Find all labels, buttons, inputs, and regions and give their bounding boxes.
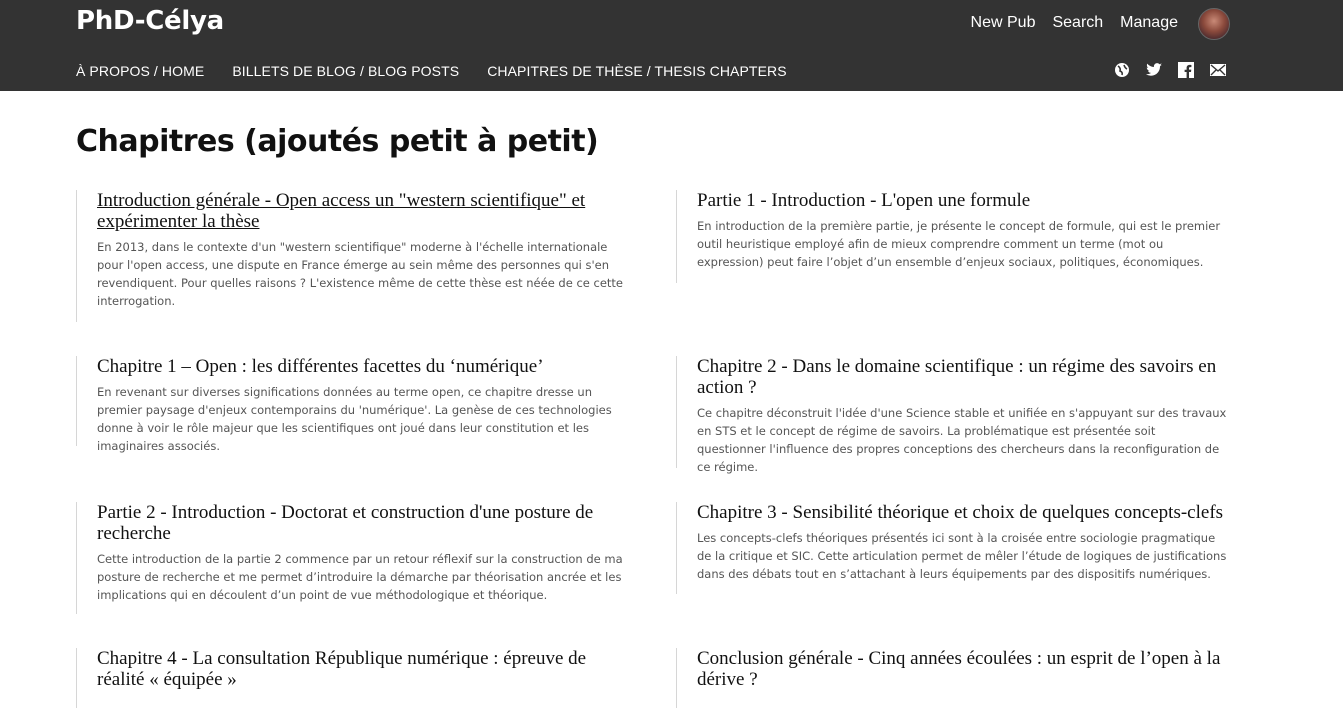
chapter-card: Partie 2 - Introduction - Doctorat et co… <box>76 502 627 614</box>
chapter-excerpt: En revenant sur diverses significations … <box>97 385 612 453</box>
chapter-title-link[interactable]: Chapitre 1 – Open : les différentes face… <box>97 356 627 377</box>
globe-icon[interactable] <box>1113 61 1131 79</box>
chapter-excerpt: En 2013, dans le contexte d'un "western … <box>97 240 624 308</box>
chapter-excerpt: Les concepts-clefs théoriques présentés … <box>697 531 1227 581</box>
site-brand[interactable]: PhD-Célya <box>76 6 224 36</box>
chapter-title-link[interactable]: Chapitre 3 - Sensibilité théorique et ch… <box>697 502 1227 523</box>
search-link[interactable]: Search <box>1052 14 1103 32</box>
chapter-card: Chapitre 4 - La consultation République … <box>76 648 627 708</box>
chapter-card: Conclusion générale - Cinq années écoulé… <box>676 648 1227 708</box>
manage-link[interactable]: Manage <box>1120 14 1178 32</box>
chapter-title-link[interactable]: Partie 1 - Introduction - L'open une for… <box>697 190 1227 211</box>
twitter-icon[interactable] <box>1145 61 1163 79</box>
chapter-card: Chapitre 2 - Dans le domaine scientifiqu… <box>676 356 1227 474</box>
user-avatar[interactable] <box>1198 8 1230 40</box>
page-title: Chapitres (ajoutés petit à petit) <box>76 124 599 159</box>
chapter-title-link[interactable]: Partie 2 - Introduction - Doctorat et co… <box>97 502 627 544</box>
chapter-excerpt: Ce chapitre déconstruit l'idée d'une Sci… <box>697 406 1227 474</box>
chapter-card: Chapitre 1 – Open : les différentes face… <box>76 356 627 453</box>
chapter-card: Partie 1 - Introduction - L'open une for… <box>676 190 1227 283</box>
chapter-title-link[interactable]: Conclusion générale - Cinq années écoulé… <box>697 648 1227 690</box>
nav-item-blog-posts[interactable]: BILLETS DE BLOG / BLOG POSTS <box>232 62 459 80</box>
top-navbar: PhD-Célya New Pub Search Manage À PROPOS… <box>0 0 1343 91</box>
chapter-excerpt: En introduction de la première partie, j… <box>697 219 1221 269</box>
top-links: New Pub Search Manage <box>954 14 1178 32</box>
new-pub-link[interactable]: New Pub <box>971 14 1036 32</box>
main-nav: À PROPOS / HOME BILLETS DE BLOG / BLOG P… <box>76 62 815 80</box>
chapter-title-link[interactable]: Chapitre 4 - La consultation République … <box>97 648 627 690</box>
chapter-title-link[interactable]: Chapitre 2 - Dans le domaine scientifiqu… <box>697 356 1227 398</box>
chapter-card: Chapitre 3 - Sensibilité théorique et ch… <box>676 502 1227 594</box>
social-links <box>1113 61 1227 79</box>
chapter-title-link[interactable]: Introduction générale - Open access un "… <box>97 190 627 232</box>
nav-item-thesis-chapters[interactable]: CHAPITRES DE THÈSE / THESIS CHAPTERS <box>487 62 786 80</box>
mail-icon[interactable] <box>1209 61 1227 79</box>
chapter-card: Introduction générale - Open access un "… <box>76 190 627 322</box>
chapter-excerpt: Cette introduction de la partie 2 commen… <box>97 552 623 602</box>
facebook-icon[interactable] <box>1177 61 1195 79</box>
nav-item-home[interactable]: À PROPOS / HOME <box>76 62 204 80</box>
